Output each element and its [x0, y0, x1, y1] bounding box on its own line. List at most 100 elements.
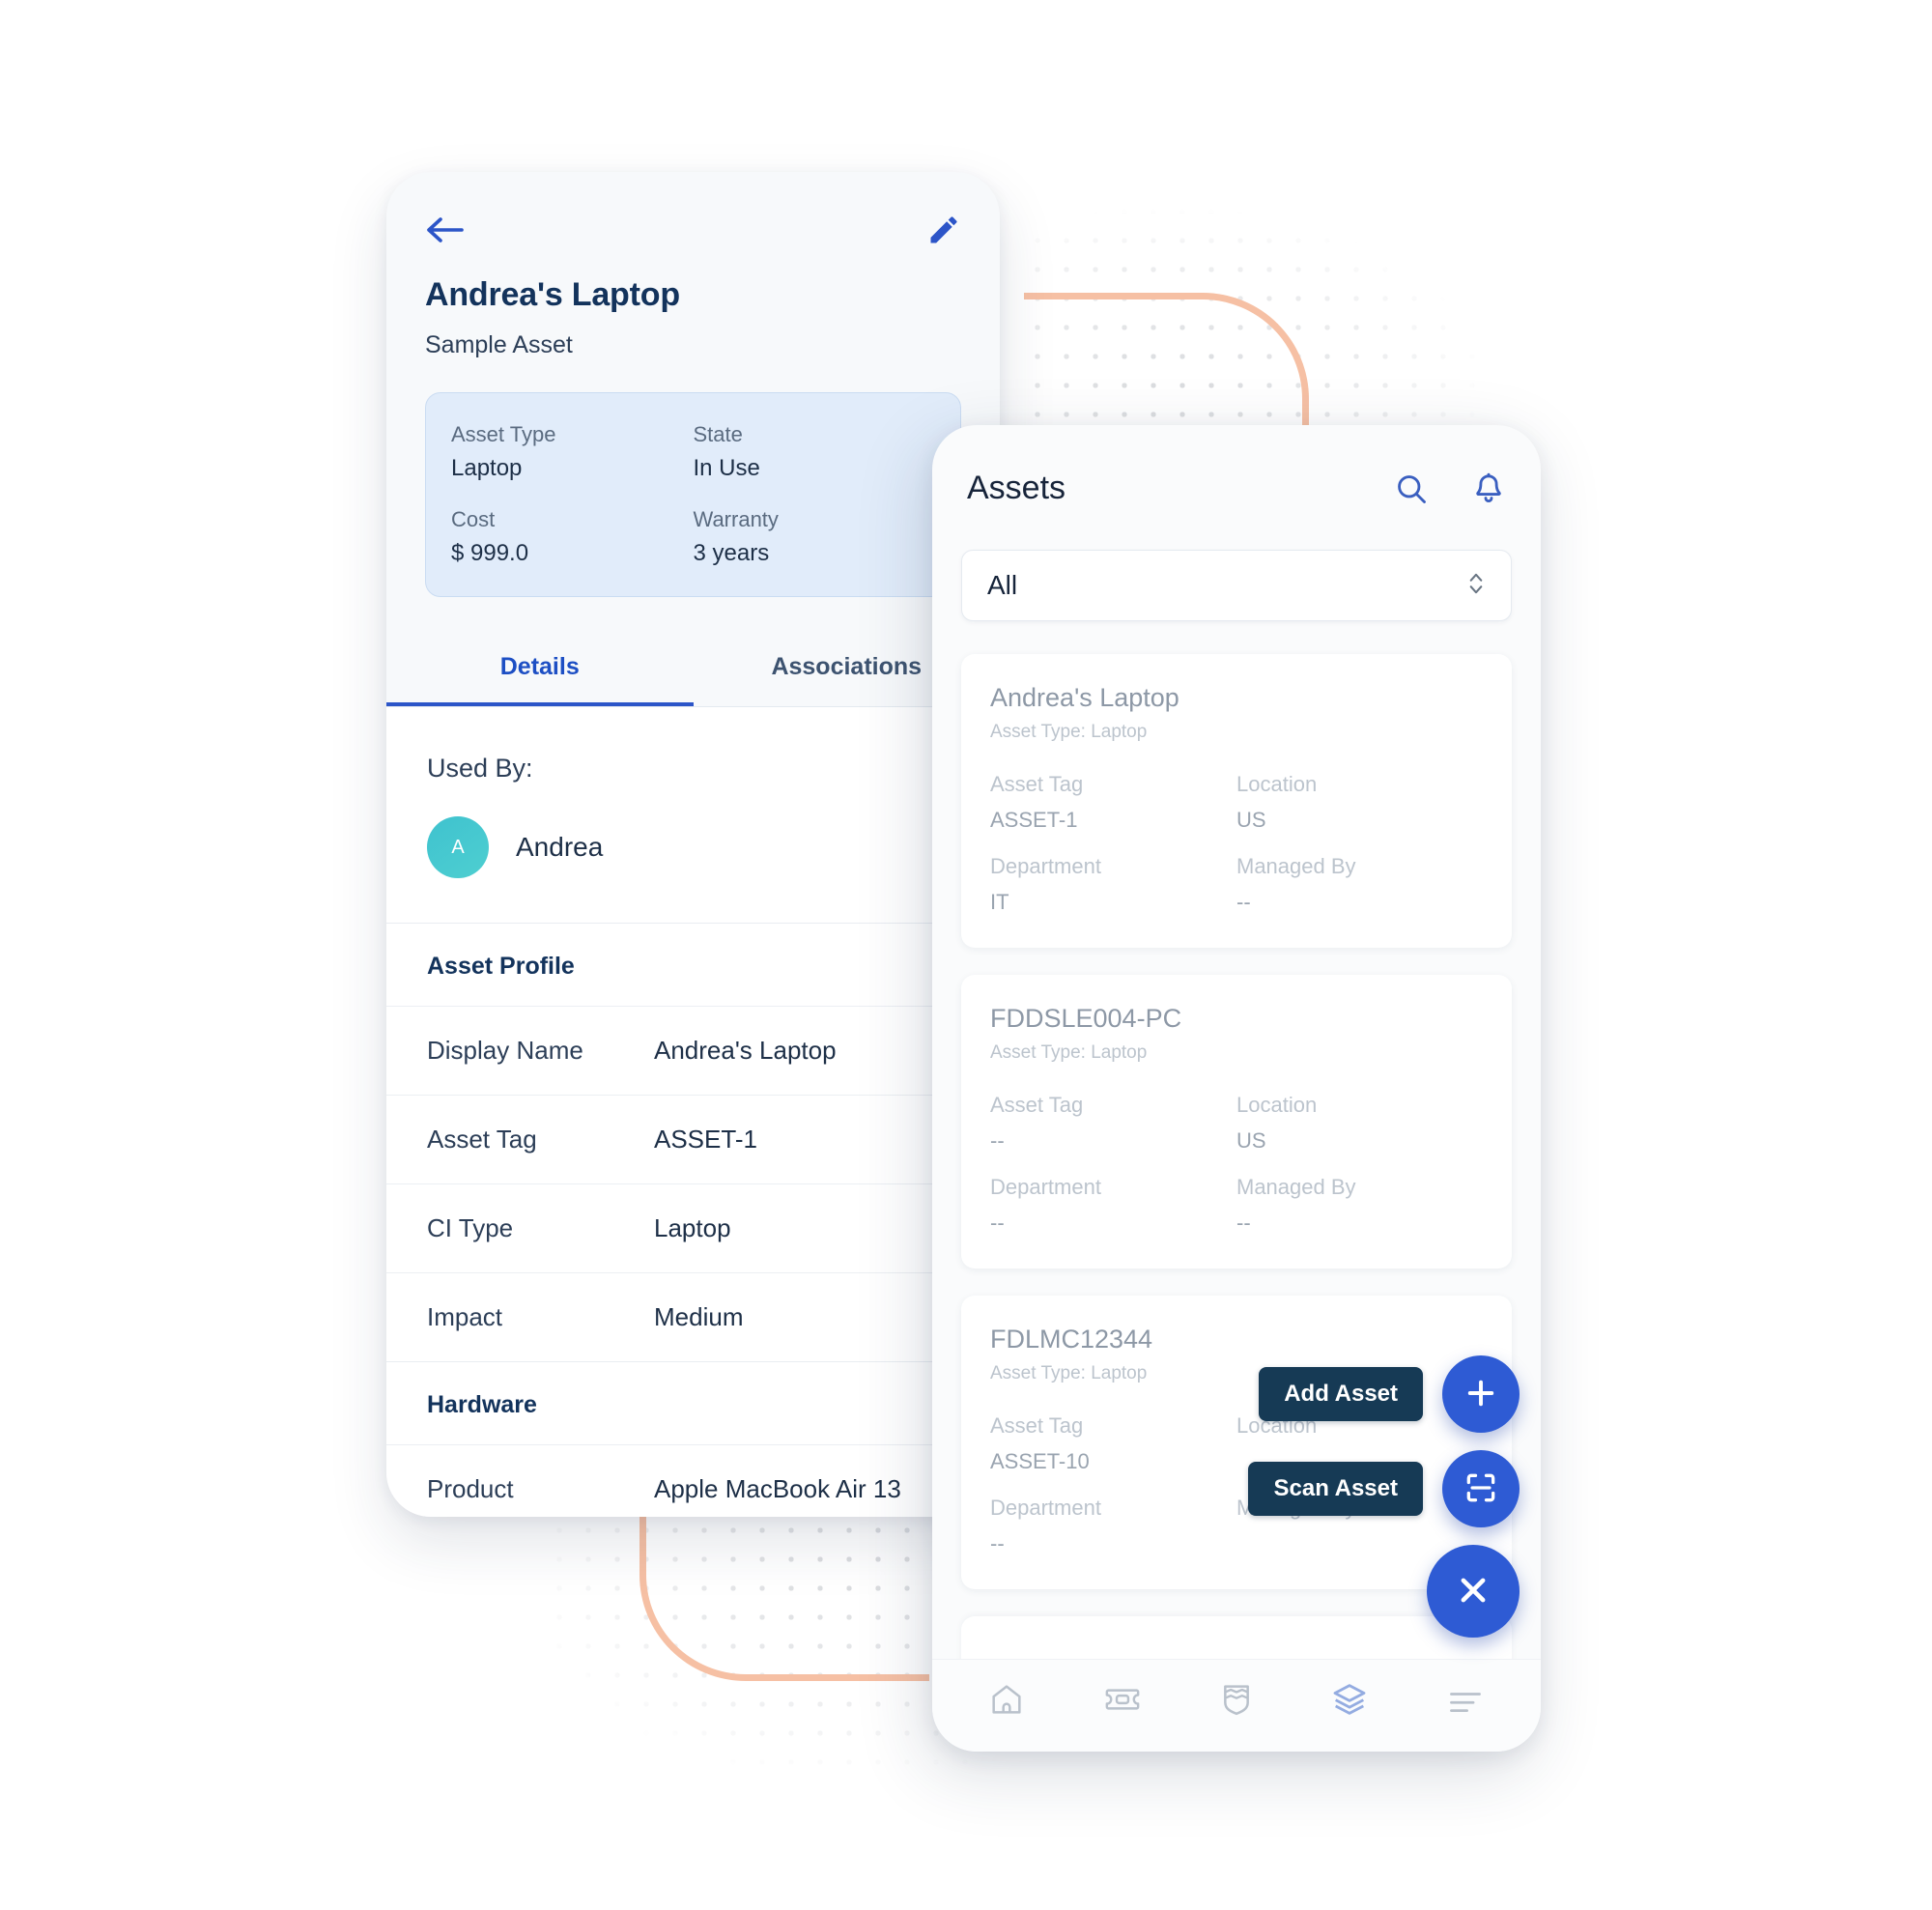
asset-detail-phone: Andrea's Laptop Sample Asset Asset Type … [386, 172, 1000, 1517]
asset-card-field-label: Department [990, 1496, 1101, 1520]
detail-content: Used By: A Andrea Asset Profile Display … [386, 707, 1000, 1517]
avatar: A [427, 816, 489, 878]
asset-list-phone: Assets All Andrea's Laptop Asset Type: L… [932, 425, 1541, 1752]
asset-card-subtitle: Asset Type: Laptop [990, 1042, 1148, 1063]
summary-value: In Use [693, 455, 760, 481]
detail-top-bar [386, 172, 1000, 247]
fab-speed-dial: Add Asset Scan Asset [1248, 1355, 1520, 1638]
field-row-asset-tag: Asset Tag ASSET-1 [386, 1095, 1000, 1183]
used-by-name: Andrea [516, 832, 604, 862]
asset-card-field-label: Asset Tag [990, 772, 1084, 796]
fab-row-add-asset: Add Asset [1259, 1355, 1520, 1433]
field-label: CI Type [427, 1213, 514, 1242]
close-icon [1453, 1570, 1493, 1613]
asset-card-field-label: Department [990, 1175, 1101, 1199]
summary-field-asset-type: Asset Type Laptop [451, 422, 694, 482]
fab-label-add-asset: Add Asset [1259, 1367, 1423, 1421]
add-asset-button[interactable] [1442, 1355, 1520, 1433]
asset-card-field: Managed By -- [1236, 854, 1483, 915]
asset-card-fields: Asset Tag -- Location US Department -- M… [990, 1093, 1483, 1236]
filter-selected-value: All [987, 570, 1018, 600]
asset-card-field-label: Department [990, 854, 1101, 878]
page-subtitle: Sample Asset [425, 331, 573, 358]
asset-card-field-value: -- [1236, 890, 1251, 914]
search-icon [1394, 474, 1429, 509]
field-value: Medium [654, 1302, 744, 1331]
plus-icon [1463, 1376, 1498, 1413]
nav-item-menu[interactable] [1445, 1680, 1486, 1719]
nav-item-home[interactable] [987, 1680, 1026, 1719]
field-value: ASSET-1 [654, 1125, 757, 1154]
asset-card-field-label: Location [1236, 772, 1318, 796]
asset-card-subtitle: Asset Type: Laptop [990, 722, 1148, 742]
asset-card-field-value: US [1236, 808, 1266, 832]
asset-type-filter-select[interactable]: All [961, 550, 1512, 621]
scan-asset-button[interactable] [1442, 1450, 1520, 1527]
asset-card[interactable]: Andrea's Laptop Asset Type: Laptop Asset… [961, 654, 1512, 948]
asset-card-field: Managed By -- [1236, 1175, 1483, 1236]
asset-card[interactable]: FDDSLE004-PC Asset Type: Laptop Asset Ta… [961, 975, 1512, 1269]
tab-details[interactable]: Details [386, 630, 694, 706]
asset-card-field-value: -- [990, 1531, 1005, 1555]
nav-item-assets[interactable] [1330, 1680, 1369, 1719]
fab-row-scan-asset: Scan Asset [1248, 1450, 1520, 1527]
summary-label: State [693, 422, 743, 446]
field-value: Andrea's Laptop [654, 1036, 837, 1065]
asset-card-field-label: Managed By [1236, 1175, 1356, 1199]
field-value: Laptop [654, 1213, 731, 1242]
asset-card-title: FDLMC12344 [990, 1325, 1153, 1354]
close-speed-dial-button[interactable] [1427, 1545, 1520, 1638]
used-by-row[interactable]: A Andrea [386, 784, 1000, 917]
asset-card-field-value: ASSET-10 [990, 1449, 1090, 1473]
field-label: Asset Tag [427, 1125, 537, 1154]
used-by-label: Used By: [427, 754, 533, 783]
shield-icon [1218, 1684, 1255, 1723]
chevron-up-down-icon [1466, 567, 1486, 605]
edit-button[interactable] [926, 213, 961, 247]
detail-tab-bar: Details Associations [386, 630, 1000, 707]
asset-card-title: FDDSLE004-PC [990, 1004, 1182, 1033]
asset-card-field: Department -- [990, 1175, 1236, 1236]
arrow-left-icon [425, 217, 464, 248]
asset-card-field-label: Asset Tag [990, 1093, 1084, 1117]
asset-summary-card: Asset Type Laptop State In Use Cost $ 99… [425, 392, 961, 597]
bell-icon [1471, 472, 1506, 509]
field-row-product: Product Apple MacBook Air 13 [386, 1444, 1000, 1517]
asset-card-field-value: US [1236, 1128, 1266, 1153]
asset-card-fields: Asset Tag ASSET-1 Location US Department… [990, 772, 1483, 915]
mockup-stage: Andrea's Laptop Sample Asset Asset Type … [0, 0, 1932, 1910]
search-button[interactable] [1394, 471, 1429, 506]
bottom-navigation [932, 1659, 1541, 1752]
summary-field-cost: Cost $ 999.0 [451, 507, 694, 567]
notifications-button[interactable] [1471, 471, 1506, 506]
dot-grid-decoration-top [1019, 164, 1521, 454]
fab-label-scan-asset: Scan Asset [1248, 1462, 1423, 1516]
field-label: Product [427, 1474, 514, 1503]
asset-card-title: Andrea's Laptop [990, 683, 1179, 712]
asset-card-field: Department -- [990, 1496, 1236, 1556]
field-row-ci-type: CI Type Laptop [386, 1183, 1000, 1272]
asset-card-field: Asset Tag -- [990, 1093, 1236, 1154]
ticket-icon [1102, 1688, 1143, 1723]
section-heading-asset-profile: Asset Profile [386, 923, 1000, 1006]
list-header: Assets [932, 425, 1541, 507]
asset-card-field-label: Location [1236, 1093, 1318, 1117]
scan-barcode-icon [1463, 1469, 1499, 1509]
asset-card-field-value: -- [1236, 1211, 1251, 1235]
summary-field-state: State In Use [694, 422, 936, 482]
back-button[interactable] [425, 214, 464, 245]
asset-card-field-value: ASSET-1 [990, 808, 1078, 832]
summary-value: $ 999.0 [451, 540, 529, 566]
asset-card-field: Department IT [990, 854, 1236, 915]
nav-item-incidents[interactable] [1218, 1680, 1255, 1719]
summary-label: Warranty [693, 507, 779, 531]
asset-card-field: Asset Tag ASSET-1 [990, 772, 1236, 833]
menu-icon [1445, 1692, 1486, 1723]
asset-card-field-value: -- [990, 1211, 1005, 1235]
nav-item-tickets[interactable] [1102, 1680, 1143, 1719]
field-label: Impact [427, 1302, 503, 1331]
home-icon [987, 1684, 1026, 1723]
summary-value: 3 years [693, 540, 770, 566]
list-header-actions [1394, 471, 1506, 506]
asset-card-field-value: IT [990, 890, 1009, 914]
